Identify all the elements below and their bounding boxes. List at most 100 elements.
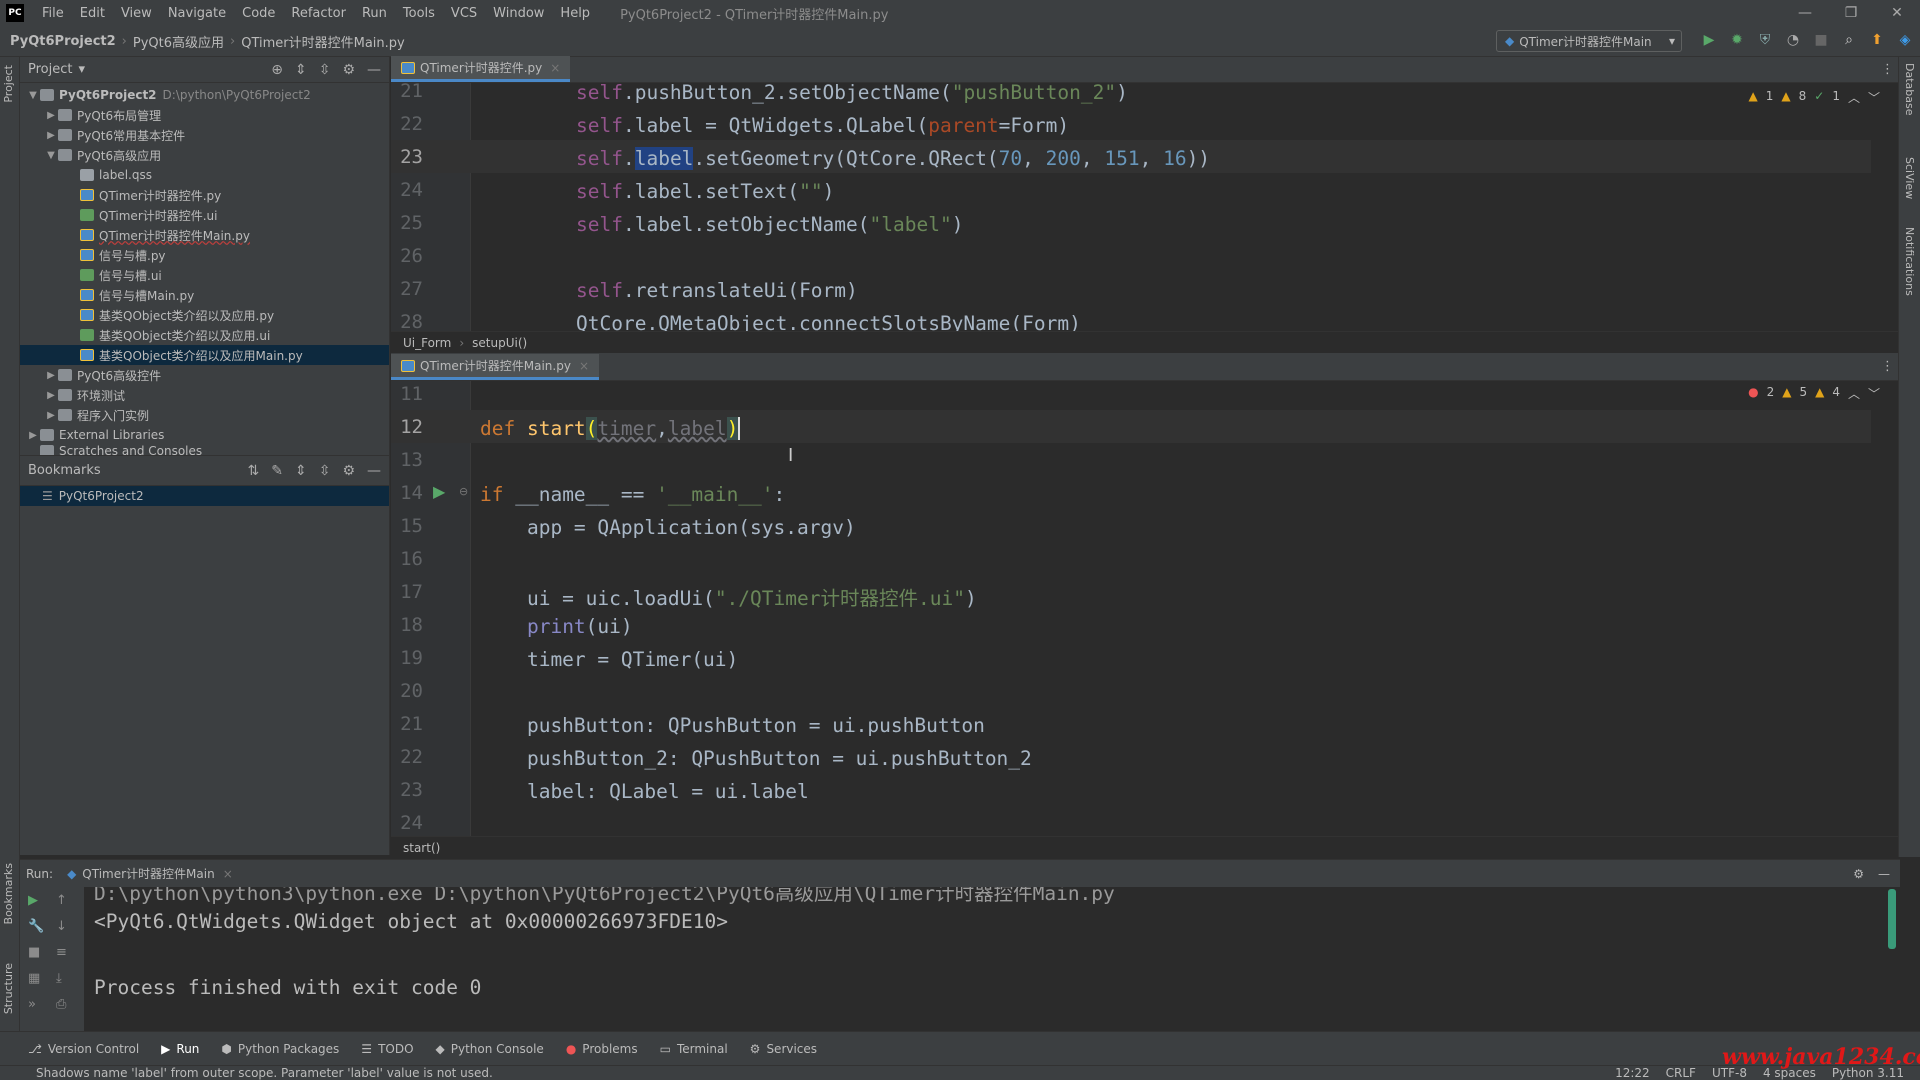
tree-item-folder[interactable]: ▶ PyQt6布局管理 xyxy=(20,105,389,125)
tool-todo[interactable]: ☰ TODO xyxy=(361,1042,413,1056)
menu-help[interactable]: Help xyxy=(552,6,598,21)
debug-icon[interactable]: ✹ xyxy=(1728,30,1746,50)
up-icon[interactable]: ↑ xyxy=(56,893,67,908)
sort-icon[interactable]: ⇅ xyxy=(248,463,260,479)
chevron-up-icon[interactable]: ︿ xyxy=(1848,385,1860,402)
tree-item-file[interactable]: QTimer计时器控件.ui xyxy=(20,205,389,225)
close-icon[interactable]: × xyxy=(550,61,560,75)
tool-python-console[interactable]: ◆ Python Console xyxy=(436,1042,544,1056)
tree-item-folder[interactable]: ▶ 环境测试 xyxy=(20,385,389,405)
tree-item-project-root[interactable]: ▼ PyQt6Project2 D:\python\PyQt6Project2 xyxy=(20,85,389,105)
close-icon[interactable]: ✕ xyxy=(1874,5,1920,21)
bookmarks-tool-tab[interactable]: Bookmarks xyxy=(2,863,15,924)
tree-item-file[interactable]: label.qss xyxy=(20,165,389,185)
tree-item-folder[interactable]: ▶ PyQt6高级控件 xyxy=(20,365,389,385)
hide-icon[interactable]: — xyxy=(367,62,381,78)
search-icon[interactable]: ⌕ xyxy=(1840,30,1858,50)
tool-problems[interactable]: ● Problems xyxy=(566,1042,638,1056)
database-tool-tab[interactable]: Database xyxy=(1903,63,1916,116)
print-icon[interactable]: ⎙ xyxy=(56,997,66,1012)
menu-navigate[interactable]: Navigate xyxy=(160,6,234,21)
chevron-down-icon[interactable]: ﹀ xyxy=(1868,385,1880,402)
inspection-widget[interactable]: ▲ 1 ▲ 8 ✓ 1 ︿ ﹀ xyxy=(1749,89,1880,106)
project-panel-title[interactable]: Project xyxy=(28,62,72,77)
coverage-icon[interactable]: ⛨ xyxy=(1756,30,1774,50)
wrench-icon[interactable]: 🔧 xyxy=(28,919,44,934)
chevron-up-icon[interactable]: ︿ xyxy=(1848,89,1860,106)
menu-code[interactable]: Code xyxy=(234,6,283,21)
breadcrumb-method[interactable]: setupUi() xyxy=(472,336,527,350)
project-tool-tab[interactable]: Project xyxy=(2,65,15,103)
update-icon[interactable]: ⬆ xyxy=(1868,30,1886,50)
run-tab[interactable]: QTimer计时器控件Main xyxy=(82,865,214,882)
expand-all-icon[interactable]: ⇕ xyxy=(295,62,307,78)
breadcrumb-class[interactable]: Ui_Form xyxy=(403,336,451,350)
tab-qtimer-py[interactable]: QTimer计时器控件.py × xyxy=(391,56,571,82)
line-separator[interactable]: CRLF xyxy=(1666,1066,1696,1080)
tree-item-folder[interactable]: ▶ 程序入门实例 xyxy=(20,405,389,425)
menu-view[interactable]: View xyxy=(113,6,160,21)
breadcrumb-folder[interactable]: PyQt6高级应用 xyxy=(127,32,230,51)
menu-vcs[interactable]: VCS xyxy=(443,6,485,21)
run-icon[interactable]: ▶ xyxy=(1700,30,1718,50)
minimize-icon[interactable]: — xyxy=(1782,5,1828,21)
edit-icon[interactable]: ✎ xyxy=(271,463,283,479)
breadcrumb-function[interactable]: start() xyxy=(403,841,440,855)
more-icon[interactable]: ⋮ xyxy=(1881,62,1894,77)
run-configuration-select[interactable]: ◆ QTimer计时器控件Main ▾ xyxy=(1496,30,1682,52)
tool-terminal[interactable]: ▭ Terminal xyxy=(660,1042,728,1056)
tree-item-file[interactable]: 信号与槽.py xyxy=(20,245,389,265)
tree-item-file[interactable]: 基类QObject类介绍以及应用.ui xyxy=(20,325,389,345)
tool-services[interactable]: ⚙ Services xyxy=(750,1042,817,1056)
close-icon[interactable]: × xyxy=(223,867,233,881)
close-icon[interactable]: × xyxy=(579,359,589,373)
fold-icon[interactable]: ⊖ xyxy=(459,485,468,498)
jetbrains-ai-icon[interactable]: ◈ xyxy=(1896,30,1914,50)
menu-run[interactable]: Run xyxy=(354,6,395,21)
tree-item-file-selected[interactable]: 基类QObject类介绍以及应用Main.py xyxy=(20,345,389,365)
collapse-all-icon[interactable]: ⇳ xyxy=(319,463,331,479)
chevron-down-icon[interactable]: ▾ xyxy=(78,62,85,77)
tool-python-packages[interactable]: ⬢ Python Packages xyxy=(221,1042,339,1056)
tree-item-file[interactable]: 基类QObject类介绍以及应用.py xyxy=(20,305,389,325)
tool-run[interactable]: ▶ Run xyxy=(161,1042,199,1056)
gear-icon[interactable]: ⚙ xyxy=(342,62,355,78)
code-editor-top[interactable]: 21 22 23 24 25 26 27 28 self.pushButton_… xyxy=(391,83,1920,331)
stop-icon[interactable]: ■ xyxy=(1812,30,1830,50)
tool-version-control[interactable]: ⎇ Version Control xyxy=(28,1042,139,1056)
more-icon[interactable]: ⋮ xyxy=(1881,359,1894,374)
tree-item-file[interactable]: 信号与槽Main.py xyxy=(20,285,389,305)
inspection-widget[interactable]: ● 2 ▲ 5 ▲ 4 ︿ ﹀ xyxy=(1748,385,1880,402)
breadcrumb-file[interactable]: QTimer计时器控件Main.py xyxy=(235,32,411,51)
menu-tools[interactable]: Tools xyxy=(395,6,443,21)
scrollbar-thumb[interactable] xyxy=(1888,889,1896,949)
structure-tool-tab[interactable]: Structure xyxy=(2,963,15,1014)
stop-icon[interactable]: ■ xyxy=(28,945,40,960)
rerun-icon[interactable]: ▶ xyxy=(28,893,38,908)
notifications-tool-tab[interactable]: Notifications xyxy=(1903,227,1916,296)
scroll-to-end-icon[interactable]: ⤓ xyxy=(56,971,62,986)
restore-icon[interactable]: ❐ xyxy=(1828,5,1874,21)
bookmark-list-item[interactable]: ☰ PyQt6Project2 xyxy=(20,486,389,506)
tree-item-file[interactable]: QTimer计时器控件Main.py xyxy=(20,225,389,245)
soft-wrap-icon[interactable]: ≡ xyxy=(56,945,67,960)
tree-item-folder[interactable]: ▶ PyQt6常用基本控件 xyxy=(20,125,389,145)
pin-icon[interactable]: » xyxy=(28,997,36,1012)
tree-item-folder[interactable]: ▼ PyQt6高级应用 xyxy=(20,145,389,165)
tree-item-external-libraries[interactable]: ▶ External Libraries xyxy=(20,425,389,445)
run-console[interactable]: ▶ ↑ 🔧 ↓ ■ ≡ ▦ ⤓ » ⎙ D:\python\python3\py… xyxy=(20,887,1900,1031)
tree-item-file[interactable]: 信号与槽.ui xyxy=(20,265,389,285)
locate-icon[interactable]: ⊕ xyxy=(271,62,283,78)
code-editor-bottom[interactable]: 11 12 13 14 15 16 17 18 19 20 21 22 23 2… xyxy=(391,381,1920,836)
menu-window[interactable]: Window xyxy=(485,6,552,21)
gear-icon[interactable]: ⚙ xyxy=(342,463,355,479)
collapse-all-icon[interactable]: ⇳ xyxy=(319,62,331,78)
chevron-down-icon[interactable]: ﹀ xyxy=(1868,89,1880,106)
gear-icon[interactable]: ⚙ xyxy=(1853,867,1864,881)
layout-icon[interactable]: ▦ xyxy=(28,971,40,986)
run-gutter-icon[interactable]: ▶ xyxy=(433,482,445,501)
sciview-tool-tab[interactable]: SciView xyxy=(1903,157,1916,199)
menu-file[interactable]: File xyxy=(34,6,72,21)
menu-edit[interactable]: Edit xyxy=(72,6,113,21)
menu-refactor[interactable]: Refactor xyxy=(283,6,354,21)
